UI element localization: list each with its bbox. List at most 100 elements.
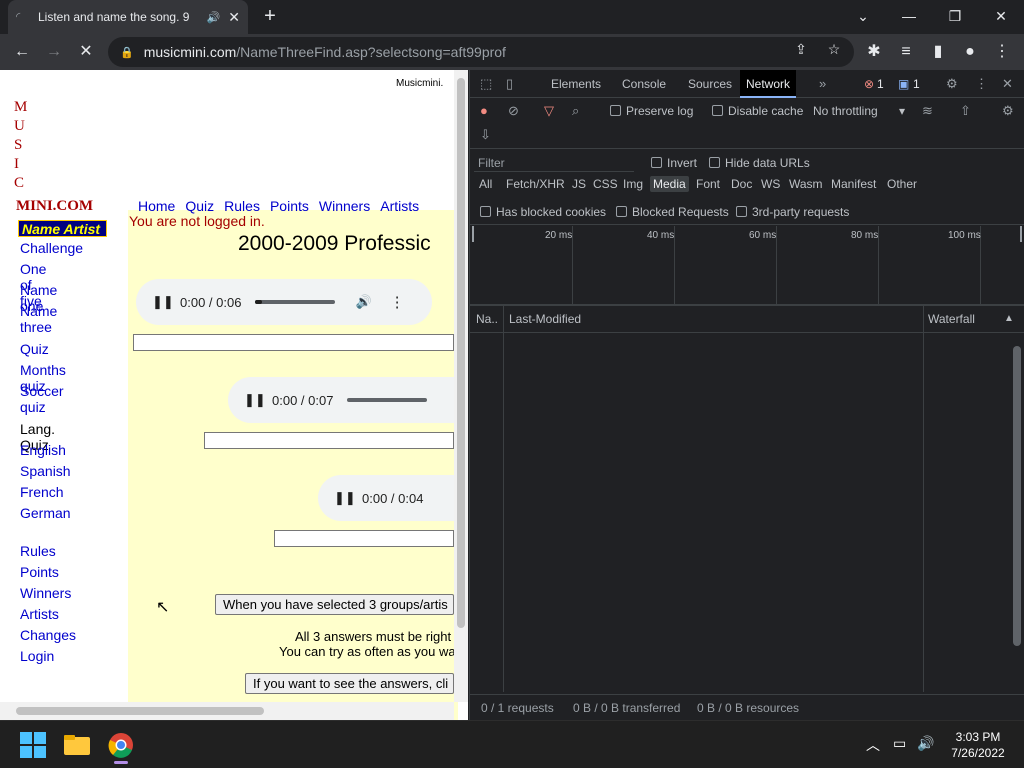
filter-font[interactable]: Font (693, 176, 723, 192)
preserve-log-checkbox[interactable]: Preserve log (610, 104, 693, 118)
volume-icon[interactable]: 🔊 (355, 294, 371, 310)
network-conditions-icon[interactable]: ≋ (922, 103, 933, 119)
sidebar-link-login[interactable]: Login (20, 648, 54, 664)
column-waterfall[interactable]: Waterfall (928, 306, 975, 332)
filter-js[interactable]: JS (569, 176, 589, 192)
submit-selection-button[interactable]: When you have selected 3 groups/artis (215, 594, 454, 615)
more-tabs-chevron-icon[interactable]: » (819, 76, 826, 91)
name-artist-badge[interactable]: Name Artist (18, 220, 107, 237)
devtools-tab-console[interactable]: Console (616, 70, 672, 98)
forward-button[interactable]: → (42, 40, 66, 64)
import-har-icon[interactable]: ⇧ (960, 103, 971, 119)
devtools-tab-sources[interactable]: Sources (682, 70, 738, 98)
answer-input-1[interactable] (133, 334, 454, 351)
side-panel-icon[interactable]: ▮ (926, 40, 950, 64)
timeline-end-handle[interactable] (1020, 226, 1022, 242)
close-devtools-icon[interactable]: ✕ (1002, 76, 1013, 92)
scrollbar-thumb[interactable] (457, 78, 465, 628)
audio-seek-bar[interactable] (347, 398, 428, 402)
scrollbar-thumb[interactable] (16, 707, 264, 715)
more-options-icon[interactable]: ⋮ (390, 293, 405, 311)
devtools-tab-network[interactable]: Network (740, 70, 797, 98)
sidebar-link-artists[interactable]: Artists (20, 606, 59, 622)
sidebar-link-french[interactable]: French (20, 484, 64, 500)
sidebar-link-name-three[interactable]: Name three (20, 303, 57, 335)
message-icon[interactable]: ▣ (898, 77, 909, 91)
pause-icon[interactable]: ❚❚ (334, 490, 356, 506)
nav-home[interactable]: Home (138, 198, 175, 214)
windows-start-icon[interactable] (17, 729, 49, 761)
audio-player-2[interactable]: ❚❚ 0:00 / 0:07 (228, 377, 454, 423)
scrollbar-thumb[interactable] (1013, 346, 1021, 646)
search-icon[interactable]: ⌕ (572, 103, 579, 119)
filter-input[interactable]: Filter (474, 154, 634, 172)
column-last-modified[interactable]: Last-Modified (509, 306, 581, 332)
sidebar-link-challenge[interactable]: Challenge (20, 240, 83, 256)
sidebar-link-spanish[interactable]: Spanish (20, 463, 71, 479)
lock-icon[interactable]: 🔒 (120, 46, 134, 59)
restore-button[interactable]: ❐ (941, 4, 969, 28)
hide-data-urls-checkbox[interactable]: Hide data URLs (709, 156, 810, 170)
clear-icon[interactable]: ⊘ (508, 103, 519, 119)
answer-input-2[interactable] (204, 432, 454, 449)
bookmark-star-icon[interactable]: ☆ (823, 41, 845, 58)
tray-chevron-icon[interactable]: ︿ (866, 735, 880, 755)
devtools-menu-icon[interactable]: ⋮ (975, 76, 988, 92)
minimize-button[interactable]: — (895, 4, 923, 28)
back-button[interactable]: ← (10, 40, 34, 64)
sidebar-link-german[interactable]: German (20, 505, 71, 521)
close-window-button[interactable]: ✕ (987, 4, 1015, 28)
audio-player-3[interactable]: ❚❚ 0:00 / 0:04 (318, 475, 454, 521)
column-separator[interactable] (923, 306, 924, 692)
sidebar-link-points[interactable]: Points (20, 564, 59, 580)
sidebar-link-winners[interactable]: Winners (20, 585, 71, 601)
error-icon[interactable]: ⊗ (864, 77, 874, 91)
audio-playing-icon[interactable]: 🔊 (207, 11, 221, 24)
record-icon[interactable]: ● (480, 103, 488, 118)
invert-checkbox[interactable]: Invert (651, 156, 697, 170)
nav-winners[interactable]: Winners (319, 198, 370, 214)
audio-seek-bar[interactable] (255, 300, 336, 304)
message-count[interactable]: 1 (913, 77, 920, 91)
column-name[interactable]: Na.. (476, 306, 498, 332)
tab-close-icon[interactable]: ✕ (228, 9, 240, 26)
devtools-tab-elements[interactable]: Elements (545, 70, 607, 98)
nav-quiz[interactable]: Quiz (185, 198, 214, 214)
error-count[interactable]: 1 (877, 77, 884, 91)
profile-avatar-icon[interactable]: ● (958, 40, 982, 64)
disable-cache-checkbox[interactable]: Disable cache (712, 104, 803, 118)
blocked-cookies-checkbox[interactable]: Has blocked cookies (480, 205, 606, 219)
filter-doc[interactable]: Doc (728, 176, 755, 192)
third-party-checkbox[interactable]: 3rd-party requests (736, 205, 849, 219)
show-answers-button[interactable]: If you want to see the answers, cli (245, 673, 454, 694)
new-tab-button[interactable]: + (258, 4, 282, 28)
tab-search-chevron-icon[interactable]: ⌄ (849, 4, 877, 28)
export-har-icon[interactable]: ⇩ (480, 127, 491, 143)
nav-rules[interactable]: Rules (224, 198, 260, 214)
sidebar-link-changes[interactable]: Changes (20, 627, 76, 643)
nav-points[interactable]: Points (270, 198, 309, 214)
filter-funnel-icon[interactable]: ▽ (544, 103, 554, 119)
sidebar-link-rules[interactable]: Rules (20, 543, 56, 559)
blocked-requests-checkbox[interactable]: Blocked Requests (616, 205, 729, 219)
nav-artists[interactable]: Artists (380, 198, 419, 214)
answer-input-3[interactable] (274, 530, 454, 547)
sidebar-link-soccer-quiz[interactable]: Soccer quiz (20, 383, 64, 415)
throttling-select[interactable]: No throttling ▾ (813, 104, 905, 118)
sort-up-icon[interactable]: ▲ (1004, 306, 1014, 332)
volume-icon[interactable]: 🔊 (917, 735, 934, 752)
filter-other[interactable]: Other (884, 176, 920, 192)
device-toolbar-icon[interactable]: ▯ (506, 76, 513, 92)
chrome-icon[interactable] (105, 729, 137, 764)
filter-ws[interactable]: WS (758, 176, 783, 192)
filter-wasm[interactable]: Wasm (786, 176, 826, 192)
settings-gear-icon[interactable]: ⚙ (946, 76, 958, 92)
audio-player-1[interactable]: ❚❚ 0:00 / 0:06 🔊 ⋮ (136, 279, 432, 325)
filter-fetch-xhr[interactable]: Fetch/XHR (503, 176, 568, 192)
sidebar-link-english[interactable]: English (20, 442, 66, 458)
browser-tab[interactable]: ◜ Listen and name the song. 9 🔊 ✕ (8, 0, 248, 34)
filter-media[interactable]: Media (650, 176, 689, 192)
share-icon[interactable]: ⇪ (790, 41, 812, 58)
page-vertical-scrollbar[interactable] (454, 70, 468, 702)
requests-scrollbar[interactable] (1010, 334, 1024, 692)
